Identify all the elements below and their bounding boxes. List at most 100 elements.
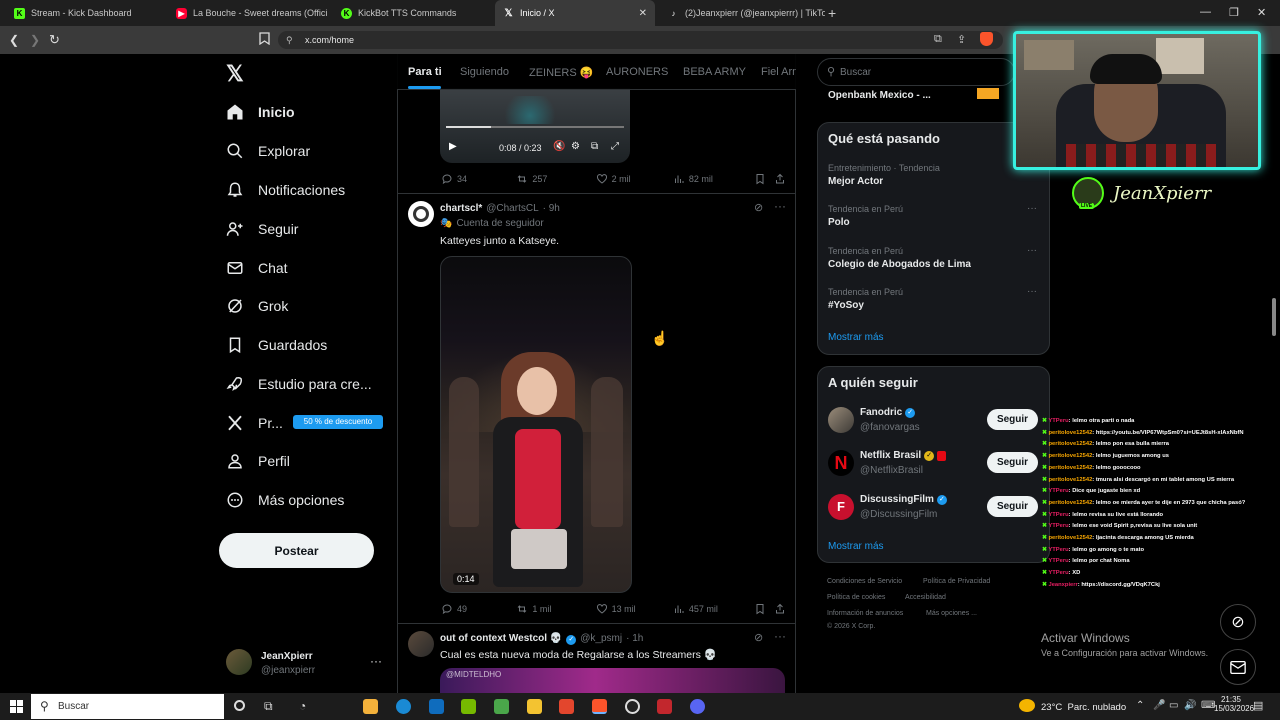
taskbar-app-icon[interactable] <box>559 699 574 714</box>
browser-tab-tiktok[interactable]: ♪ (2)Jeanxpierr (@jeanxpierrr) | TikTok <box>660 0 826 26</box>
tab-zeiners[interactable]: ZEINERS 😝 <box>529 66 593 79</box>
grok-fab-icon[interactable]: ⊘ <box>1220 604 1256 640</box>
reply-button[interactable]: 34 <box>441 173 516 185</box>
taskbar-app-icon[interactable] <box>657 699 672 714</box>
footer-link[interactable]: Información de anuncios <box>827 610 903 617</box>
like-button[interactable]: 2 mil <box>596 173 673 185</box>
mic-icon[interactable]: 🎤 <box>1153 700 1165 711</box>
store-icon[interactable] <box>363 699 378 714</box>
sidebar-item-estudio[interactable]: Estudio para cre... <box>226 371 372 397</box>
x-logo-icon[interactable]: 𝕏 <box>226 61 244 87</box>
cortana-icon[interactable] <box>234 700 245 711</box>
tweet-author-handle[interactable]: @k_psmj <box>580 633 622 644</box>
follow-name[interactable]: Netflix Brasil ✓ <box>860 450 947 461</box>
trend-more-icon[interactable]: ··· <box>1027 203 1037 214</box>
sidebar-item-guardados[interactable]: Guardados <box>226 332 327 358</box>
tweet-time[interactable]: · 1h <box>626 633 643 644</box>
brave-shield-icon[interactable] <box>980 32 993 46</box>
mail-app-icon[interactable] <box>429 699 444 714</box>
open-external-icon[interactable]: ⧉ <box>934 33 942 46</box>
footer-link[interactable]: Política de Privacidad <box>923 578 990 585</box>
tweet-image[interactable]: @MIDTELDHO <box>440 668 785 693</box>
reload-icon[interactable]: ↻ <box>49 32 60 48</box>
post-button[interactable]: Postear <box>219 533 374 568</box>
mute-icon[interactable]: 🔇 <box>553 141 565 152</box>
sidebar-item-perfil[interactable]: Perfil <box>226 448 290 474</box>
repost-button[interactable]: 1 mil <box>516 603 595 615</box>
fullscreen-icon[interactable]: ⤢ <box>611 141 619 152</box>
forward-icon[interactable]: ❯ <box>30 33 40 47</box>
trend-more-icon[interactable]: ··· <box>1027 286 1037 297</box>
tab-siguiendo[interactable]: Siguiendo <box>460 66 509 78</box>
sidebar-item-mas-opciones[interactable]: Más opciones <box>226 487 344 513</box>
bookmark-page-icon[interactable] <box>259 32 270 45</box>
tray-chevron-icon[interactable]: ⌃ <box>1136 700 1144 711</box>
task-view-icon[interactable]: ⧉ <box>264 699 273 714</box>
share-tweet-icon[interactable] <box>774 173 786 185</box>
account-more-icon[interactable]: ··· <box>370 654 382 668</box>
sidebar-item-notificaciones[interactable]: Notificaciones <box>226 177 345 203</box>
trend-item[interactable]: Tendencia en Perú #YoSoy <box>828 287 903 311</box>
nvidia-icon[interactable] <box>461 699 476 714</box>
follow-show-more-link[interactable]: Mostrar más <box>828 541 884 552</box>
promoted-item[interactable]: Openbank Mexico - ... <box>828 90 931 101</box>
tab-auroners[interactable]: AURONERS <box>606 66 668 78</box>
repost-button[interactable]: 257 <box>516 173 595 185</box>
trend-more-icon[interactable]: ··· <box>1027 245 1037 256</box>
account-avatar[interactable] <box>226 649 252 675</box>
obs-icon[interactable] <box>625 699 640 714</box>
address-bar[interactable]: ⚲ x.com/home <box>278 31 1003 49</box>
browser-tab-x[interactable]: 𝕏 Inicio / X ✕ <box>495 0 655 26</box>
sidebar-item-grok[interactable]: Grok <box>226 293 288 319</box>
reply-button[interactable]: 49 <box>441 603 516 615</box>
messages-fab[interactable] <box>1220 649 1256 685</box>
taskbar-search[interactable]: ⚲ Buscar <box>31 694 224 719</box>
views-button[interactable]: 457 mil <box>673 603 754 615</box>
sidebar-item-seguir[interactable]: Seguir <box>226 216 298 242</box>
windows-start-icon[interactable] <box>10 700 23 713</box>
close-window-icon[interactable]: ✕ <box>1257 6 1266 19</box>
netflix-logo-icon[interactable]: N <box>828 450 854 476</box>
share-icon[interactable]: ⇪ <box>957 33 966 46</box>
tab-fiel-arn[interactable]: Fiel Arn <box>761 66 796 78</box>
like-button[interactable]: 13 mil <box>596 603 673 615</box>
grok-tweet-icon[interactable]: ⊘ <box>754 631 763 644</box>
notifications-icon[interactable]: ▤ <box>1253 699 1263 712</box>
page-scrollbar[interactable] <box>1272 298 1276 336</box>
views-button[interactable]: 82 mil <box>673 173 754 185</box>
tab-para-ti[interactable]: Para ti <box>408 66 442 78</box>
tweet-video[interactable]: 0:14 <box>440 256 632 593</box>
tweet-time[interactable]: · 9h <box>543 203 560 214</box>
tab-beba-army[interactable]: BEBA ARMY <box>683 66 746 78</box>
sidebar-item-inicio[interactable]: Inicio <box>226 99 295 125</box>
tweet-more-icon[interactable]: ··· <box>774 199 786 213</box>
share-tweet-icon[interactable] <box>774 603 786 615</box>
trend-item[interactable]: Entretenimiento · Tendencia Mejor Actor <box>828 163 940 187</box>
brave-icon[interactable] <box>592 699 607 714</box>
bookmark-tweet-icon[interactable] <box>754 603 774 615</box>
follow-button[interactable]: Seguir <box>987 409 1038 430</box>
new-tab-button[interactable]: + <box>828 5 836 21</box>
taskbar-app-icon[interactable]: ◔ <box>299 699 306 713</box>
volume-icon[interactable]: 🔊 <box>1184 700 1196 711</box>
follow-button[interactable]: Seguir <box>987 496 1038 517</box>
taskbar-clock[interactable]: 21:35 15/03/2026 <box>1214 695 1254 713</box>
play-icon[interactable]: ▶ <box>449 141 457 152</box>
trends-show-more-link[interactable]: Mostrar más <box>828 332 884 343</box>
follow-button[interactable]: Seguir <box>987 452 1038 473</box>
footer-link[interactable]: Política de cookies <box>827 594 885 601</box>
tweet-author-handle[interactable]: @ChartsCL <box>486 203 538 214</box>
tweet-avatar[interactable] <box>408 631 434 657</box>
settings-icon[interactable]: ⚙ <box>571 141 580 152</box>
browser-tab-kickbot[interactable]: K KickBot TTS Commands <box>333 0 493 26</box>
sidebar-item-premium[interactable]: Pr... <box>226 410 283 436</box>
sidebar-item-chat[interactable]: Chat <box>226 255 288 281</box>
tweet-avatar[interactable] <box>408 201 434 227</box>
follow-avatar[interactable] <box>828 407 854 433</box>
pip-icon[interactable]: ⧉ <box>591 141 598 152</box>
tweet-more-icon[interactable]: ··· <box>774 629 786 643</box>
close-tab-icon[interactable]: ✕ <box>639 8 647 19</box>
network-icon[interactable]: ▭ <box>1169 700 1178 711</box>
weather-text[interactable]: 23°C Parc. nublado <box>1041 702 1126 713</box>
site-info-icon[interactable]: ⚲ <box>286 31 293 49</box>
